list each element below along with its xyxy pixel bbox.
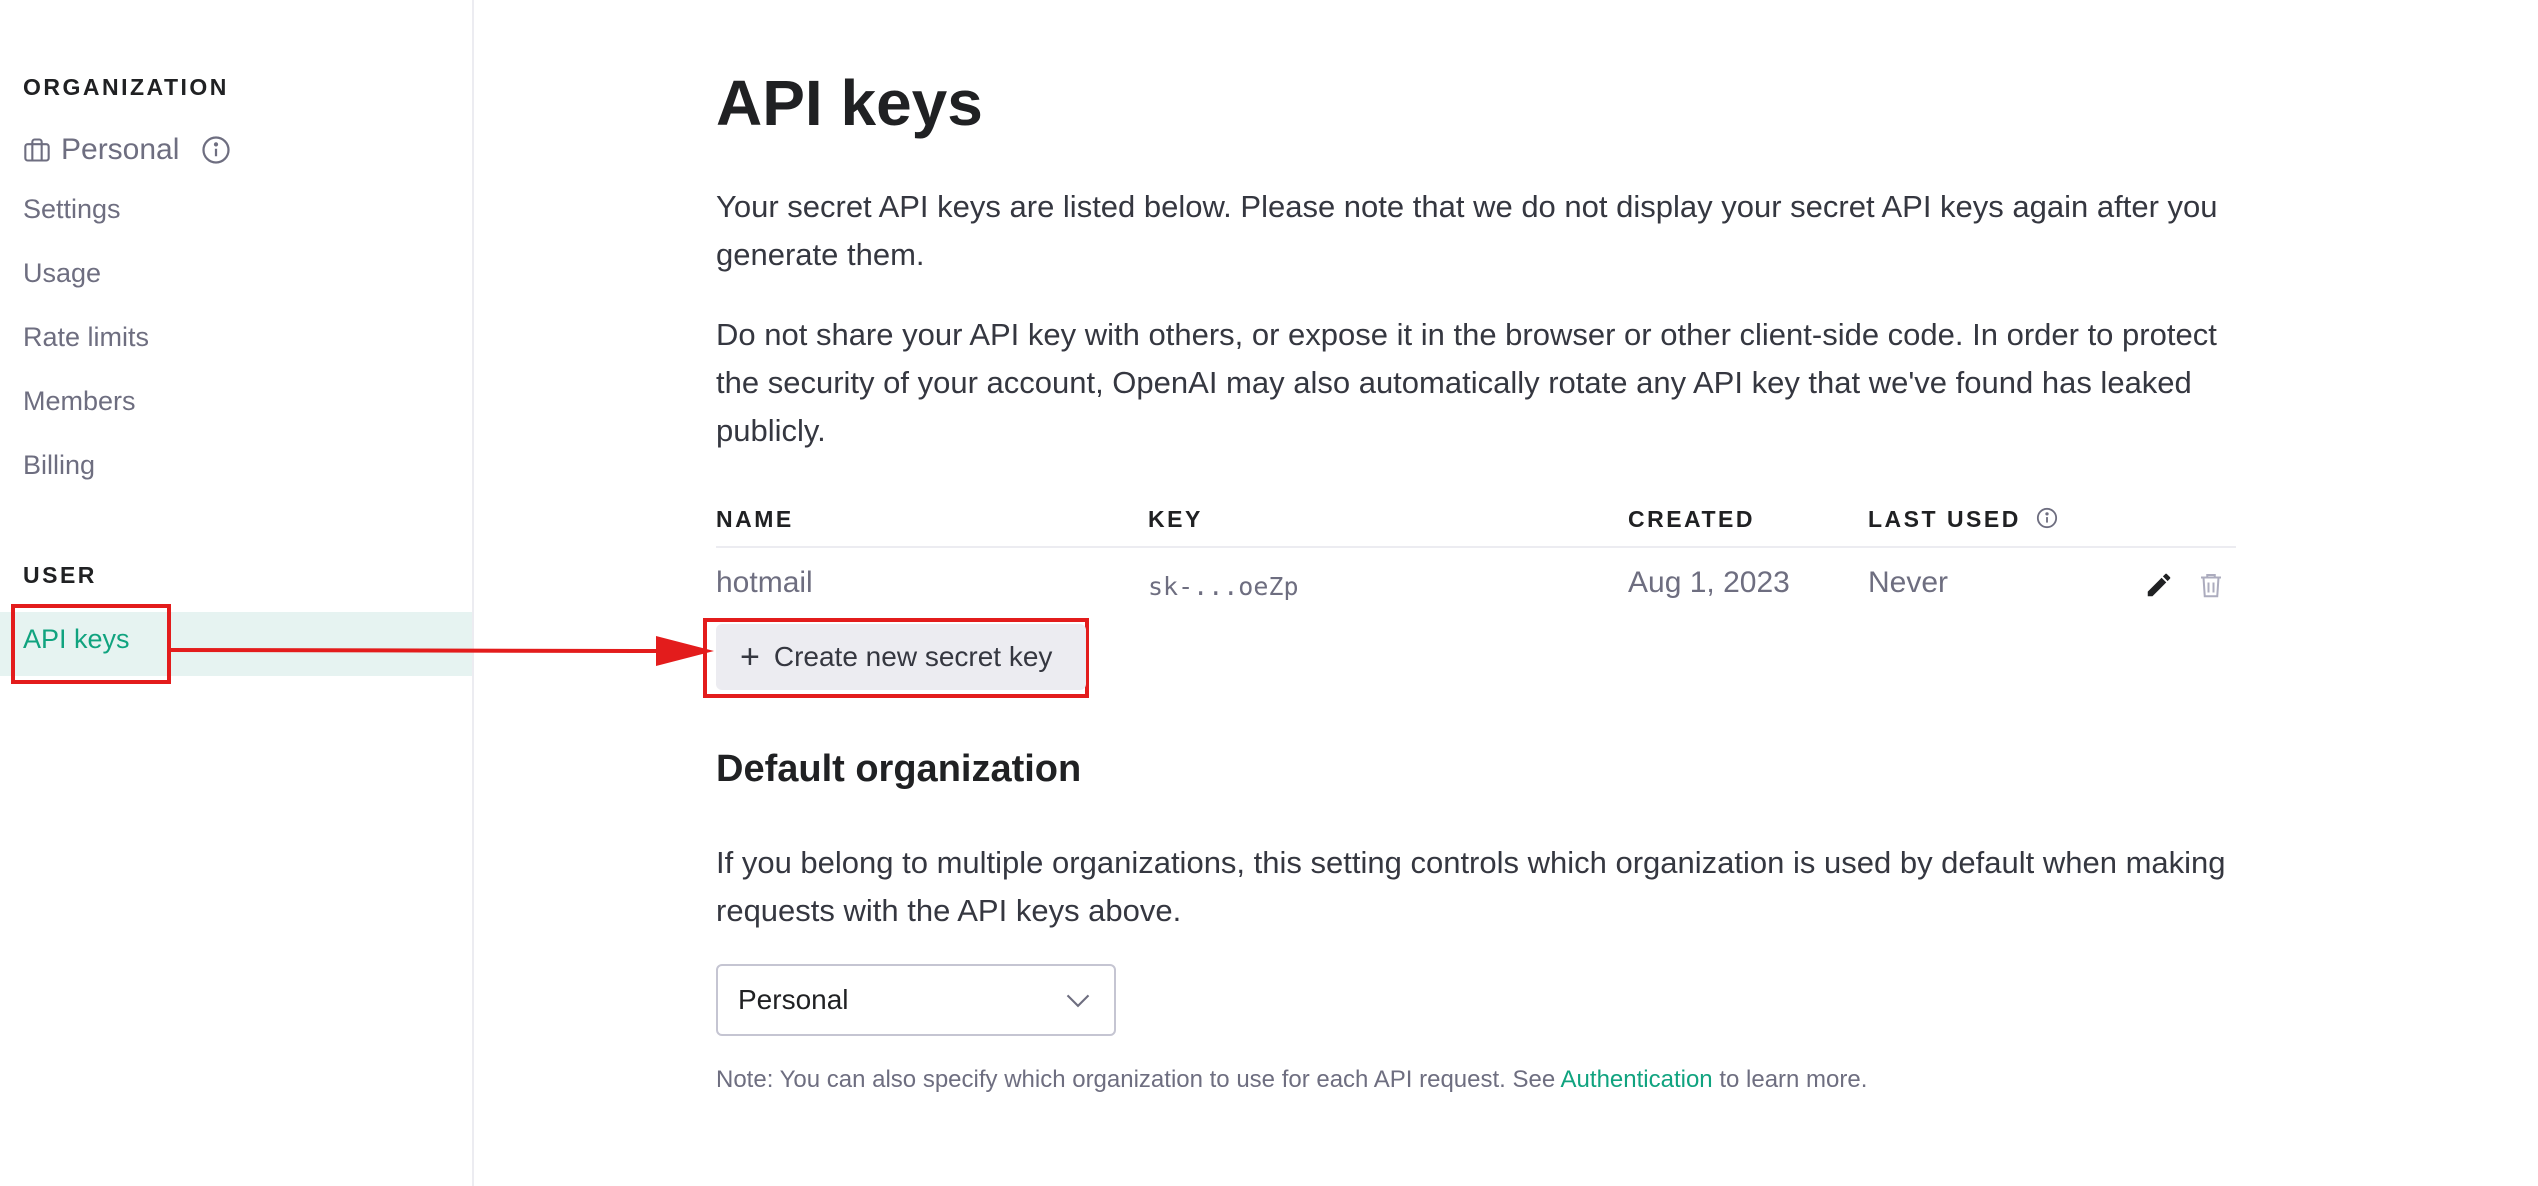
sidebar-item-billing[interactable]: Billing [23, 450, 95, 481]
create-button-label: Create new secret key [773, 641, 1053, 672]
note-prefix: Note: You can also specify which organiz… [716, 1066, 1561, 1093]
sidebar-item-usage[interactable]: Usage [23, 258, 101, 289]
sidebar-item-members[interactable]: Members [23, 386, 136, 417]
briefcase-icon [24, 138, 50, 162]
page-title: API keys [716, 67, 983, 139]
note-text: Note: You can also specify which organiz… [716, 1066, 1867, 1094]
pencil-icon[interactable] [2144, 570, 2174, 600]
default-org-description: If you belong to multiple organizations,… [716, 845, 2226, 928]
sidebar-item-settings[interactable]: Settings [23, 194, 121, 225]
user-heading: USER [23, 562, 97, 588]
column-header-last-used: LAST USED [1868, 506, 2058, 533]
created-cell: Aug 1, 2023 [1628, 566, 1790, 599]
intro-paragraph-2: Do not share your API key with others, o… [716, 317, 2217, 448]
authentication-link[interactable]: Authentication [1561, 1066, 1713, 1093]
default-org-select[interactable]: Personal [716, 964, 1116, 1036]
table-header: NAME KEY CREATED LAST USED [716, 500, 2236, 548]
info-icon[interactable] [2036, 507, 2058, 529]
create-new-secret-key-button[interactable]: + Create new secret key [716, 624, 1086, 690]
sidebar: ORGANIZATION Personal Settings Usage Rat… [0, 0, 474, 1186]
key-name-cell: hotmail [716, 566, 813, 599]
org-name: Personal [61, 133, 180, 166]
intro-paragraph-1: Your secret API keys are listed below. P… [716, 189, 2218, 272]
org-selector[interactable]: Personal [23, 130, 231, 170]
column-header-last-used-label: LAST USED [1868, 506, 2021, 532]
key-value-cell: sk-...oeZp [1148, 572, 1299, 601]
default-org-title: Default organization [716, 748, 1082, 790]
column-header-created: CREATED [1628, 506, 1755, 532]
column-header-key: KEY [1148, 506, 1203, 532]
chevron-down-icon [1066, 994, 1090, 1008]
last-used-cell: Never [1868, 566, 1949, 599]
organization-heading: ORGANIZATION [23, 74, 229, 100]
sidebar-item-api-keys[interactable]: API keys [23, 624, 130, 655]
info-icon[interactable] [201, 135, 231, 165]
sidebar-item-rate-limits[interactable]: Rate limits [23, 322, 149, 353]
trash-icon[interactable] [2196, 570, 2226, 600]
note-suffix: to learn more. [1712, 1066, 1868, 1093]
table-row: hotmail sk-...oeZp Aug 1, 2023 Never [716, 548, 2236, 624]
plus-icon: + [740, 638, 760, 676]
default-org-select-value: Personal [738, 984, 849, 1015]
column-header-name: NAME [716, 506, 794, 532]
